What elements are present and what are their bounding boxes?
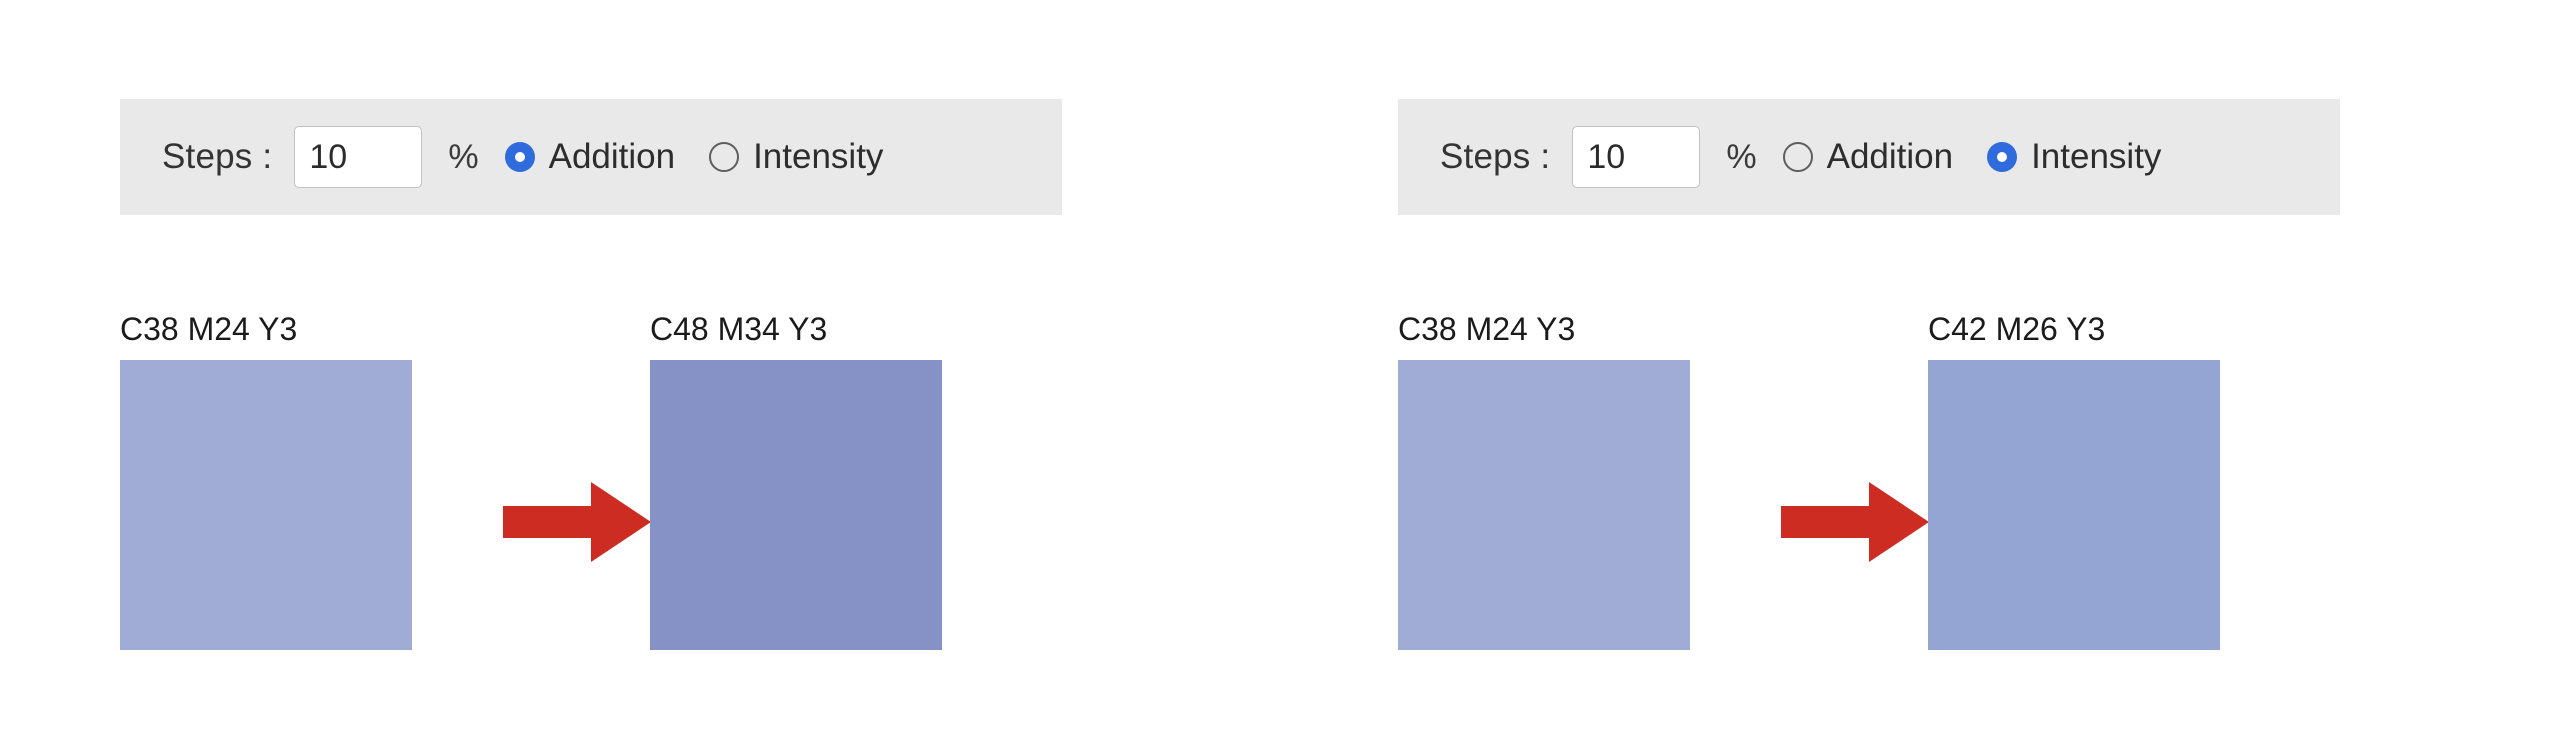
- arrow-right-shape: [1781, 482, 1929, 562]
- steps-input[interactable]: [1572, 126, 1701, 188]
- swatch-comparison-row: C38 M24 Y3 C48 M34 Y3: [120, 310, 1180, 670]
- result-swatch-caption: C42 M26 Y3: [1928, 311, 2106, 347]
- addition-panel: Steps : % Addition Intensity C38 M24 Y3: [0, 0, 1278, 752]
- radio-label-intensity: Intensity: [753, 137, 884, 176]
- mode-radio-group: Addition Intensity: [504, 137, 883, 177]
- source-swatch-caption: C38 M24 Y3: [120, 311, 298, 347]
- arrow-right-shape: [503, 482, 651, 562]
- screenshot-stage: Steps : % Addition Intensity C38 M24 Y3: [0, 0, 2556, 752]
- radio-unselected-icon[interactable]: [709, 142, 740, 172]
- result-swatch-block: C42 M26 Y3: [1928, 310, 2220, 650]
- radio-label-addition: Addition: [1826, 137, 1954, 176]
- result-swatch-chip: [650, 360, 942, 650]
- arrow-right-icon: [1781, 482, 1929, 562]
- result-swatch-caption: C48 M34 Y3: [650, 311, 828, 347]
- radio-label-addition: Addition: [548, 137, 676, 176]
- source-swatch-block: C38 M24 Y3: [120, 310, 412, 650]
- mode-radio-group: Addition Intensity: [1782, 137, 2161, 177]
- steps-input[interactable]: [294, 126, 423, 188]
- result-swatch-chip: [1928, 360, 2220, 650]
- radio-option-intensity[interactable]: Intensity: [1987, 137, 2161, 177]
- swatch-comparison-row: C38 M24 Y3 C42 M26 Y3: [1398, 310, 2458, 670]
- radio-selected-icon[interactable]: [504, 142, 535, 172]
- arrow-right-icon: [503, 482, 651, 562]
- radio-label-intensity: Intensity: [2031, 137, 2162, 176]
- source-swatch-chip: [1398, 360, 1690, 650]
- percent-symbol: %: [448, 137, 479, 176]
- source-swatch-caption: C38 M24 Y3: [1398, 311, 1576, 347]
- radio-selected-icon[interactable]: [1987, 142, 2018, 172]
- radio-option-addition[interactable]: Addition: [504, 137, 676, 177]
- radio-option-intensity[interactable]: Intensity: [709, 137, 883, 177]
- source-swatch-chip: [120, 360, 412, 650]
- intensity-panel: Steps : % Addition Intensity C38 M24 Y3: [1278, 0, 2556, 752]
- steps-control-bar: Steps : % Addition Intensity: [120, 99, 1062, 215]
- result-swatch-block: C48 M34 Y3: [650, 310, 942, 650]
- steps-label: Steps :: [162, 137, 273, 176]
- radio-option-addition[interactable]: Addition: [1782, 137, 1954, 177]
- source-swatch-block: C38 M24 Y3: [1398, 310, 1690, 650]
- radio-unselected-icon[interactable]: [1782, 142, 1813, 172]
- percent-symbol: %: [1726, 137, 1757, 176]
- steps-label: Steps :: [1440, 137, 1551, 176]
- steps-control-bar: Steps : % Addition Intensity: [1398, 99, 2340, 215]
